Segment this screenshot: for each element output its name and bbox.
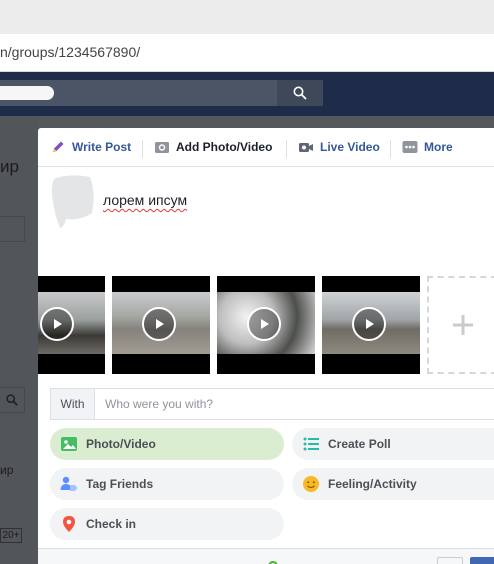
feeling-activity-button[interactable]: Feeling/Activity — [292, 468, 494, 500]
background-input-box — [0, 216, 25, 242]
photo-icon — [60, 435, 78, 453]
post-text-input[interactable]: лорем ипсум — [103, 192, 187, 208]
play-icon — [247, 307, 281, 341]
play-icon — [142, 307, 176, 341]
pencil-icon — [50, 139, 66, 155]
url-text: n/groups/1234567890/ — [0, 44, 141, 60]
post-button[interactable] — [470, 557, 494, 564]
with-label: With — [51, 389, 95, 419]
with-input[interactable] — [95, 390, 494, 418]
background-heading-fragment: ир — [0, 157, 19, 176]
search-button[interactable] — [277, 80, 323, 106]
photo-video-label: Photo/Video — [86, 437, 156, 451]
composer-tabs: Write Post Add Photo/Video Live Video Mo… — [38, 128, 494, 167]
search-bar[interactable] — [0, 80, 323, 106]
search-icon — [293, 86, 307, 100]
search-icon — [6, 394, 18, 406]
with-friends-field: With — [50, 388, 494, 420]
tag-friends-label: Tag Friends — [86, 477, 154, 491]
tab-divider — [286, 140, 287, 158]
video-thumbnail[interactable] — [217, 276, 315, 374]
browser-titlebar — [0, 0, 494, 34]
video-thumbnail[interactable] — [112, 276, 210, 374]
feeling-activity-label: Feeling/Activity — [328, 477, 417, 491]
tab-divider — [390, 140, 391, 158]
tag-friends-icon — [60, 475, 78, 493]
video-camera-icon — [298, 139, 314, 155]
check-in-label: Check in — [86, 517, 137, 531]
create-poll-label: Create Poll — [328, 437, 391, 451]
tab-divider — [142, 140, 143, 158]
redacted-search-text — [0, 86, 54, 100]
facebook-top-bar — [0, 72, 494, 116]
privacy-button[interactable] — [437, 557, 463, 564]
location-pin-icon — [60, 515, 78, 533]
tab-write-post[interactable]: Write Post — [50, 128, 131, 167]
background-count-badge: 20+ — [0, 528, 22, 543]
background-search-box — [0, 387, 25, 413]
photo-video-button[interactable]: Photo/Video — [50, 428, 284, 460]
tab-add-photo-video[interactable]: Add Photo/Video — [154, 128, 272, 167]
tab-add-photo-video-label: Add Photo/Video — [176, 140, 273, 154]
background-sidebar — [0, 116, 38, 564]
camera-icon — [154, 139, 170, 155]
check-in-button[interactable]: Check in — [50, 508, 284, 540]
plus-icon — [453, 315, 473, 335]
tab-live-video[interactable]: Live Video — [298, 128, 380, 167]
video-thumbnail[interactable] — [38, 276, 105, 374]
create-poll-button[interactable]: Create Poll — [292, 428, 494, 460]
post-composer: Write Post Add Photo/Video Live Video Mo… — [38, 128, 494, 564]
video-thumbnail[interactable] — [322, 276, 420, 374]
avatar — [50, 173, 95, 228]
background-sidebar-fragment: ир — [0, 463, 14, 477]
tag-friends-button[interactable]: Tag Friends — [50, 468, 284, 500]
address-bar[interactable]: n/groups/1234567890/ — [0, 34, 494, 72]
tab-more[interactable]: More — [402, 128, 453, 167]
more-dots-icon — [402, 139, 418, 155]
tab-write-post-label: Write Post — [72, 140, 132, 154]
play-icon — [40, 307, 74, 341]
add-media-button[interactable] — [427, 276, 494, 374]
poll-list-icon — [302, 435, 320, 453]
media-thumbnails — [38, 276, 494, 374]
smiley-icon — [302, 475, 320, 493]
composer-footer — [38, 548, 494, 564]
tab-live-video-label: Live Video — [320, 140, 380, 154]
play-icon — [352, 307, 386, 341]
tab-more-label: More — [424, 140, 453, 154]
